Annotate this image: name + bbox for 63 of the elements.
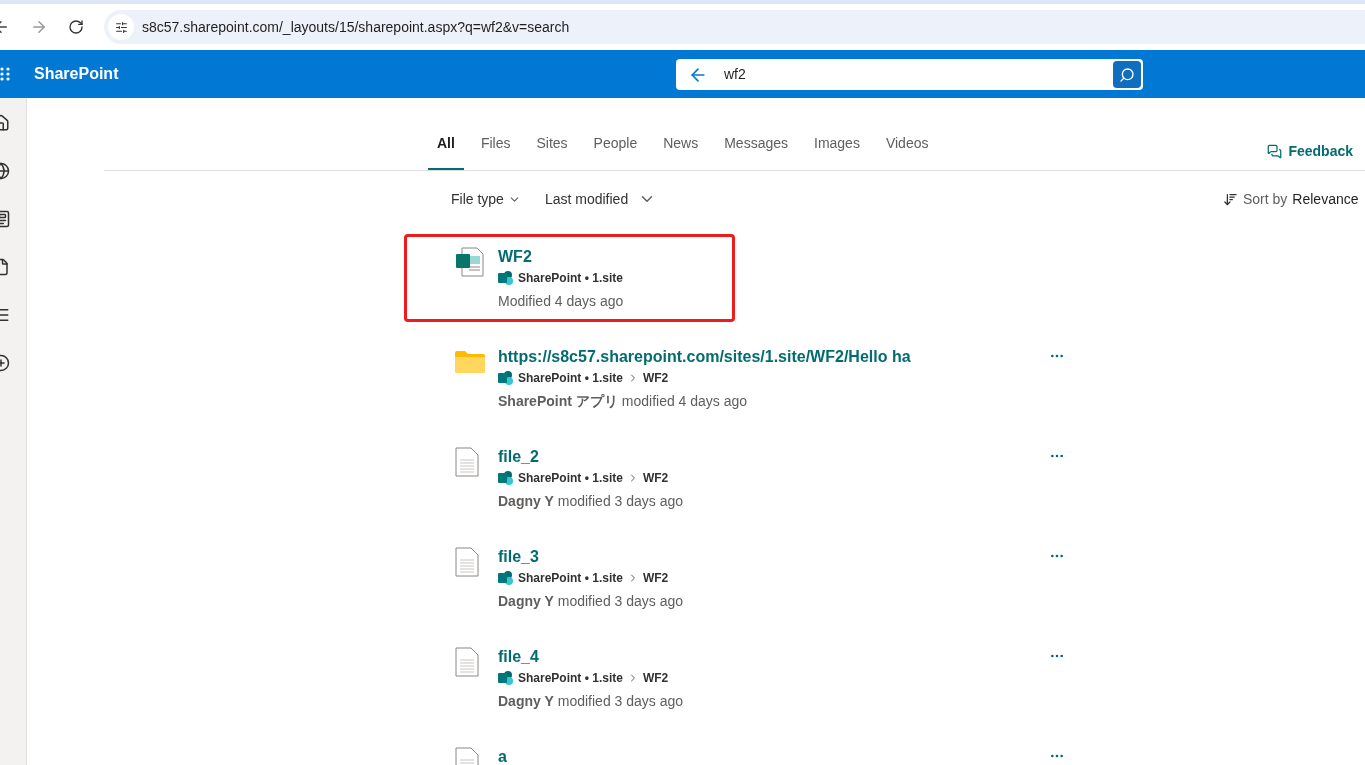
site-icon [498,270,514,286]
site-icon [498,370,514,386]
sort-icon [1223,191,1238,207]
search-tab[interactable]: News [663,126,699,170]
result-item[interactable]: WF2 SharePoint • 1.site Modified 4 days ago [404,234,735,322]
result-title[interactable]: file_3 [498,547,1049,567]
reload-icon[interactable] [68,19,84,35]
search-tab[interactable]: All [428,126,464,170]
site-link[interactable]: SharePoint • 1.site [518,269,623,287]
sort-button[interactable]: Sort by Relevance [1223,188,1359,210]
feedback-button[interactable]: Feedback [1267,141,1353,162]
document-icon [455,547,479,577]
search-field[interactable]: wf2 [676,59,1143,90]
url-text: s8c57.sharepoint.com/_layouts/15/sharepoint.aspx?q=wf2&v=search [142,17,570,37]
site-page-icon [455,247,485,277]
result-item[interactable]: file_2 SharePoint • 1.site WF2 Dagny Y modified 3 days ago [455,447,1065,512]
site-info-icon[interactable] [108,14,134,40]
search-tab[interactable]: People [593,126,638,170]
folder-link[interactable]: WF2 [642,569,669,587]
folder-link[interactable]: WF2 [642,469,669,487]
folder-icon [455,351,485,373]
site-link[interactable]: SharePoint • 1.site [518,669,623,687]
app-launcher-icon[interactable] [0,67,12,81]
search-tab[interactable]: Messages [724,126,788,170]
site-link[interactable]: SharePoint • 1.site [518,569,623,587]
author-name: Dagny Y [498,492,554,511]
result-item[interactable]: file_3 SharePoint • 1.site WF2 Dagny Y modified 3 days ago [455,547,1065,612]
search-tab[interactable]: Files [480,126,511,170]
search-tab[interactable]: Images [814,126,860,170]
forward-icon[interactable] [30,18,48,36]
site-link[interactable]: SharePoint • 1.site [518,369,623,387]
search-button[interactable] [1113,61,1141,88]
result-title[interactable]: WF2 [498,247,732,267]
search-tab[interactable]: Sites [536,126,568,170]
app-title[interactable]: SharePoint [34,62,119,86]
document-icon [455,447,479,477]
site-icon [498,470,514,486]
filter-dropdown[interactable]: File type [451,188,521,210]
modified-text: modified 3 days ago [557,492,684,511]
result-title[interactable]: file_4 [498,647,1049,667]
address-bar[interactable]: s8c57.sharepoint.com/_layouts/15/sharepoint.aspx?q=wf2&v=search [104,10,1365,44]
modified-text: modified 3 days ago [557,592,684,611]
filter-dropdown[interactable]: Last modified [544,188,657,210]
search-tab[interactable]: Videos [885,126,929,170]
modified-text: modified 3 days ago [557,692,684,711]
site-link[interactable]: SharePoint • 1.site [518,469,623,487]
author-name: SharePoint アプリ [498,392,618,411]
result-title[interactable]: file_2 [498,447,1049,467]
modified-text: modified 4 days ago [621,392,748,411]
result-item[interactable]: https://s8c57.sharepoint.com/sites/1.site/WF2/Hello ha SharePoint • 1.site WF2 SharePoint アプリ modified 4 days ago [455,347,1065,412]
document-icon [455,647,479,677]
site-icon [498,670,514,686]
author-name: Dagny Y [498,592,554,611]
result-item[interactable]: file_4 SharePoint • 1.site WF2 Dagny Y modified 3 days ago [455,647,1065,712]
site-icon [498,570,514,586]
folder-link[interactable]: WF2 [642,369,669,387]
author-name: Dagny Y [498,692,554,711]
search-icon [1119,66,1135,83]
folder-link[interactable]: WF2 [642,669,669,687]
search-value: wf2 [724,65,747,84]
modified-text: Modified 4 days ago [498,292,624,311]
result-title[interactable]: https://s8c57.sharepoint.com/sites/1.site/WF2/Hello ha [498,347,1049,367]
feedback-icon [1267,144,1283,159]
